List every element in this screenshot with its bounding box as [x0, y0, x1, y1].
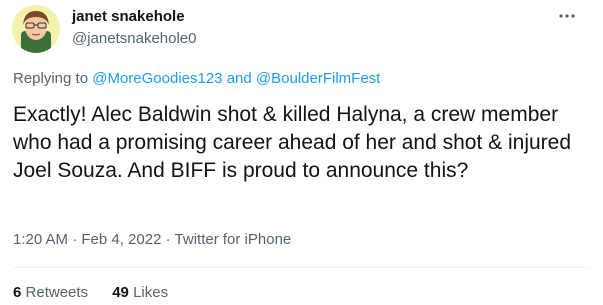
retweets-label: Retweets [25, 284, 89, 301]
meta-separator: · [72, 231, 78, 248]
mention-link-2[interactable]: @BoulderFilmFest [256, 70, 380, 87]
tweet-meta: 1:20 AM · Feb 4, 2022 · Twitter for iPho… [13, 231, 291, 248]
retweets-count: 6 [13, 284, 22, 301]
mention-link-1[interactable]: @MoreGoodies123 [92, 70, 222, 87]
likes-stat[interactable]: 49 Likes [112, 284, 168, 301]
author-name[interactable]: janet snakehole [72, 8, 185, 25]
tweet-card: janet snakehole @janetsnakehole0 Replyin… [0, 0, 603, 305]
likes-count: 49 [112, 284, 129, 301]
retweets-stat[interactable]: 6 Retweets [13, 284, 92, 301]
tweet-time[interactable]: 1:20 AM [13, 231, 68, 248]
cartoon-avatar-icon [12, 5, 60, 53]
replying-to-line: Replying to @MoreGoodies123 and @Boulder… [13, 70, 380, 87]
tweet-date[interactable]: Feb 4, 2022 [81, 231, 161, 248]
tweet-source[interactable]: Twitter for iPhone [175, 231, 292, 248]
more-options-button[interactable] [557, 8, 577, 24]
tweet-text: Exactly! Alec Baldwin shot & killed Haly… [13, 103, 572, 182]
meta-separator: · [165, 231, 171, 248]
avatar[interactable] [12, 5, 60, 53]
divider [13, 267, 588, 268]
more-horizontal-icon [559, 14, 575, 18]
replying-prefix: Replying to [13, 70, 89, 87]
replying-and: and [226, 70, 252, 87]
likes-label: Likes [133, 284, 169, 301]
author-handle[interactable]: @janetsnakehole0 [72, 30, 196, 47]
engagement-stats: 6 Retweets 49 Likes [13, 284, 188, 301]
